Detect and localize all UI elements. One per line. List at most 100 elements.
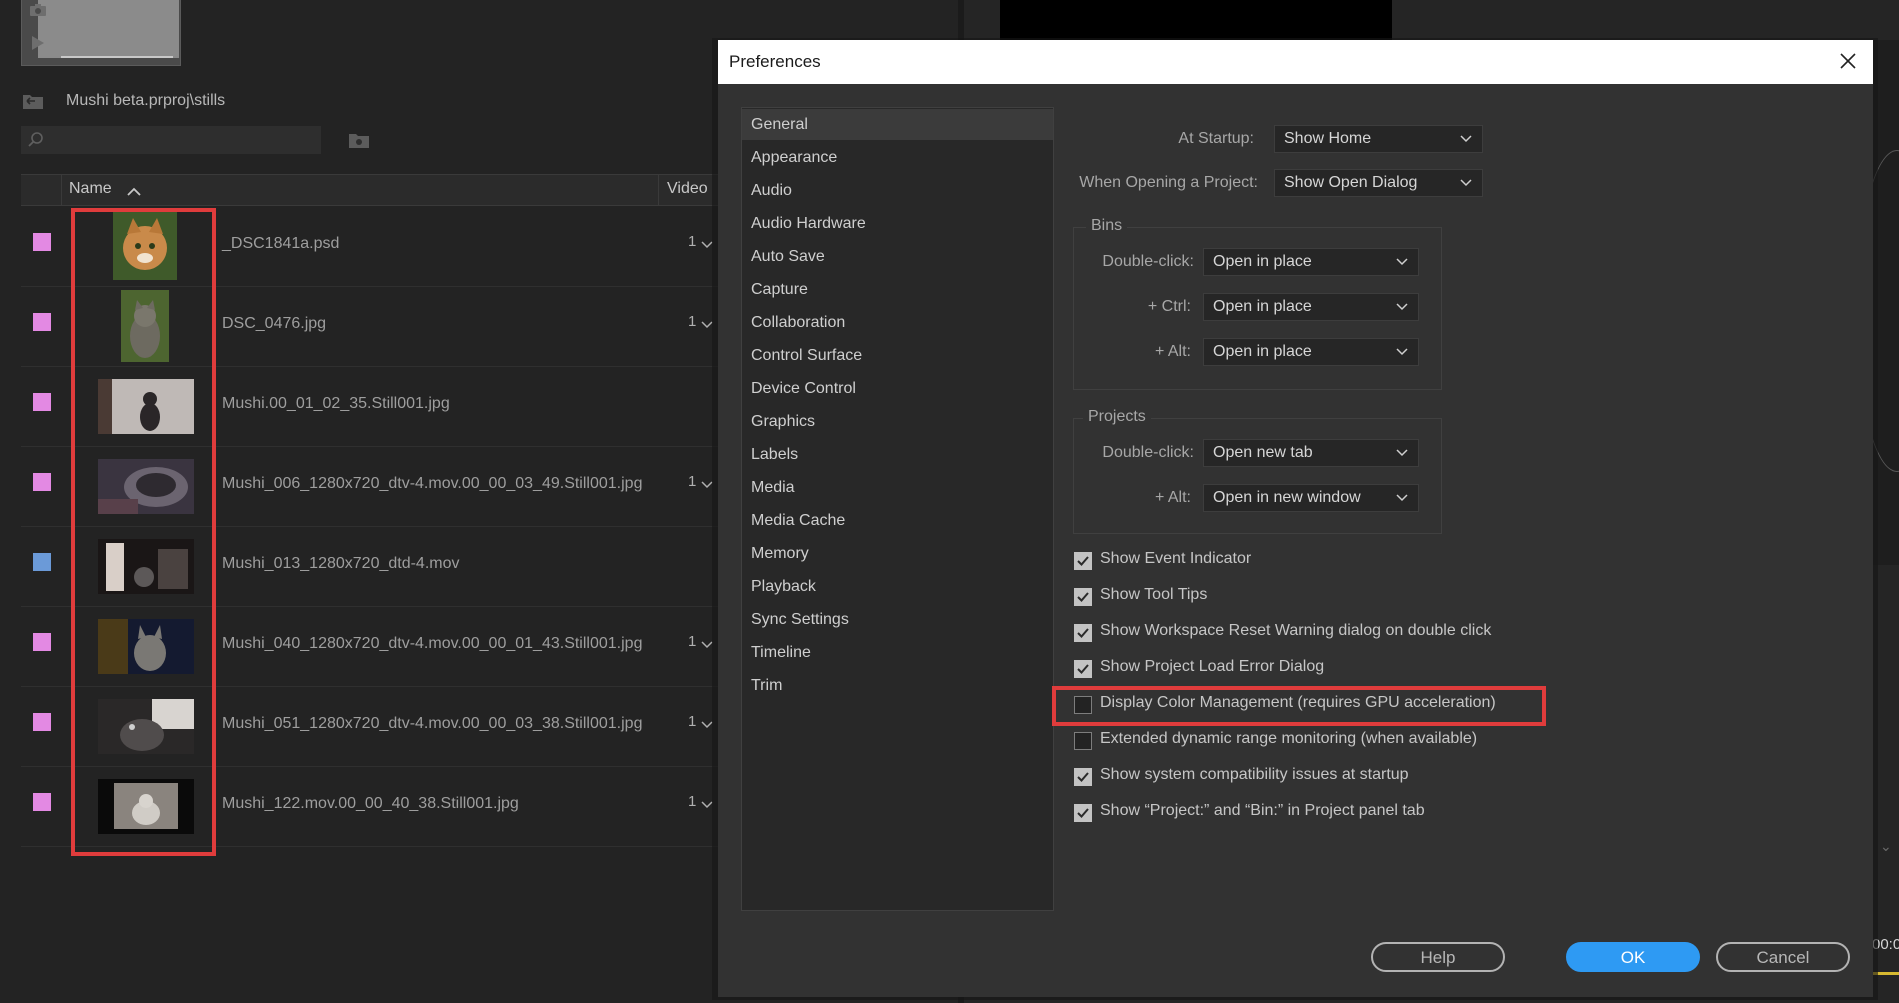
category-appearance[interactable]: Appearance (742, 142, 1053, 173)
project-search-input[interactable] (21, 126, 321, 154)
category-graphics[interactable]: Graphics (742, 406, 1053, 437)
category-memory[interactable]: Memory (742, 538, 1053, 569)
checkbox-label: Show Project Load Error Dialog (1100, 658, 1325, 675)
label-column-header[interactable] (21, 174, 62, 206)
bins-ctrl-label: + Ctrl: (1147, 298, 1191, 315)
checkbox-label: Extended dynamic range monitoring (when … (1100, 730, 1478, 747)
category-audio-hardware[interactable]: Audio Hardware (742, 208, 1053, 239)
category-media[interactable]: Media (742, 472, 1053, 503)
monitor-chevron-icon[interactable]: ⌄ (1880, 838, 1892, 855)
label-color-swatch[interactable] (33, 313, 51, 331)
camera-icon[interactable] (30, 4, 46, 16)
category-control-surface[interactable]: Control Surface (742, 340, 1053, 371)
category-capture[interactable]: Capture (742, 274, 1053, 305)
chevron-down-icon (1396, 494, 1408, 502)
play-icon[interactable] (32, 36, 44, 50)
label-color-swatch[interactable] (33, 793, 51, 811)
item-name: _DSC1841a.psd (222, 235, 340, 252)
projects-double-click-value: Open new tab (1213, 444, 1313, 461)
category-device-control[interactable]: Device Control (742, 373, 1053, 404)
chevron-down-icon (1396, 449, 1408, 457)
bins-group-title: Bins (1086, 217, 1128, 235)
projects-alt-dropdown[interactable]: Open in new window (1203, 484, 1419, 512)
projects-double-click-dropdown[interactable]: Open new tab (1203, 439, 1419, 467)
monitor-video-frame (1000, 0, 1392, 40)
label-color-swatch[interactable] (33, 233, 51, 251)
label-color-swatch[interactable] (33, 633, 51, 651)
checkbox[interactable] (1074, 552, 1092, 570)
thumbnail-highlight-box (71, 208, 216, 856)
chevron-down-icon (1396, 303, 1408, 311)
column-header-video[interactable]: Video (667, 180, 708, 198)
column-divider[interactable] (658, 174, 659, 206)
chevron-down-icon (1460, 135, 1472, 143)
search-icon (28, 132, 43, 147)
bins-double-click-dropdown[interactable]: Open in place (1203, 248, 1419, 276)
projects-alt-value: Open in new window (1213, 489, 1361, 506)
item-video-count: 1 (688, 313, 697, 330)
category-collaboration[interactable]: Collaboration (742, 307, 1053, 338)
column-header-name[interactable]: Name (69, 180, 112, 198)
category-general[interactable]: General (742, 109, 1053, 140)
category-audio[interactable]: Audio (742, 175, 1053, 206)
checkbox-label: Show Event Indicator (1100, 550, 1252, 567)
bins-alt-value: Open in place (1213, 343, 1312, 360)
sort-ascending-icon[interactable] (126, 186, 142, 196)
chevron-down-icon (1396, 348, 1408, 356)
checkbox[interactable] (1074, 732, 1092, 750)
bin-folder-icon[interactable] (22, 92, 44, 110)
at-startup-dropdown[interactable]: Show Home (1274, 125, 1483, 153)
projects-alt-label: + Alt: (1154, 489, 1191, 506)
chevron-down-icon (1460, 179, 1472, 187)
item-name: Mushi_122.mov.00_00_40_38.Still001.jpg (222, 795, 519, 812)
label-color-swatch[interactable] (33, 553, 51, 571)
item-name: DSC_0476.jpg (222, 315, 327, 332)
close-icon[interactable] (1838, 51, 1858, 71)
category-timeline[interactable]: Timeline (742, 637, 1053, 668)
item-video-count: 1 (688, 713, 697, 730)
item-video-count: 1 (688, 793, 697, 810)
checkbox[interactable] (1074, 588, 1092, 606)
at-startup-value: Show Home (1284, 130, 1372, 147)
checkbox[interactable] (1074, 804, 1092, 822)
bins-ctrl-dropdown[interactable]: Open in place (1203, 293, 1419, 321)
category-auto-save[interactable]: Auto Save (742, 241, 1053, 272)
label-color-swatch[interactable] (33, 713, 51, 731)
preview-image (38, 0, 179, 58)
ok-button[interactable]: OK (1566, 942, 1700, 972)
chevron-down-icon (1396, 258, 1408, 266)
item-name: Mushi_013_1280x720_dtd-4.mov (222, 555, 460, 572)
when-opening-value: Show Open Dialog (1284, 174, 1418, 191)
label-color-swatch[interactable] (33, 393, 51, 411)
item-name: Mushi_051_1280x720_dtv-4.mov.00_00_03_38… (222, 715, 643, 732)
item-video-count: 1 (688, 473, 697, 490)
category-trim[interactable]: Trim (742, 670, 1053, 701)
bin-path: Mushi beta.prproj\stills (66, 92, 226, 109)
projects-group (1073, 418, 1442, 534)
help-button[interactable]: Help (1371, 942, 1505, 972)
category-media-cache[interactable]: Media Cache (742, 505, 1053, 536)
when-opening-dropdown[interactable]: Show Open Dialog (1274, 169, 1483, 197)
projects-group-title: Projects (1083, 408, 1151, 426)
cancel-button[interactable]: Cancel (1716, 942, 1850, 972)
checkbox-label: Show Workspace Reset Warning dialog on d… (1100, 622, 1492, 639)
dialog-titlebar[interactable] (718, 40, 1873, 84)
checkbox[interactable] (1074, 768, 1092, 786)
label-color-swatch[interactable] (33, 473, 51, 491)
checkbox[interactable] (1074, 624, 1092, 642)
category-sync-settings[interactable]: Sync Settings (742, 604, 1053, 635)
checkbox-label: Show Tool Tips (1100, 586, 1208, 603)
category-labels[interactable]: Labels (742, 439, 1053, 470)
bins-ctrl-value: Open in place (1213, 298, 1312, 315)
when-opening-label: When Opening a Project: (1079, 174, 1258, 191)
bins-double-click-value: Open in place (1213, 253, 1312, 270)
new-bin-icon[interactable] (348, 131, 370, 149)
projects-double-click-label: Double-click: (1102, 444, 1194, 461)
item-name: Mushi.00_01_02_35.Still001.jpg (222, 395, 450, 412)
preview-scrubber[interactable] (61, 56, 173, 58)
category-playback[interactable]: Playback (742, 571, 1053, 602)
bins-alt-dropdown[interactable]: Open in place (1203, 338, 1419, 366)
at-startup-label: At Startup: (1178, 130, 1254, 147)
item-name: Mushi_006_1280x720_dtv-4.mov.00_00_03_49… (222, 475, 643, 492)
checkbox[interactable] (1074, 660, 1092, 678)
